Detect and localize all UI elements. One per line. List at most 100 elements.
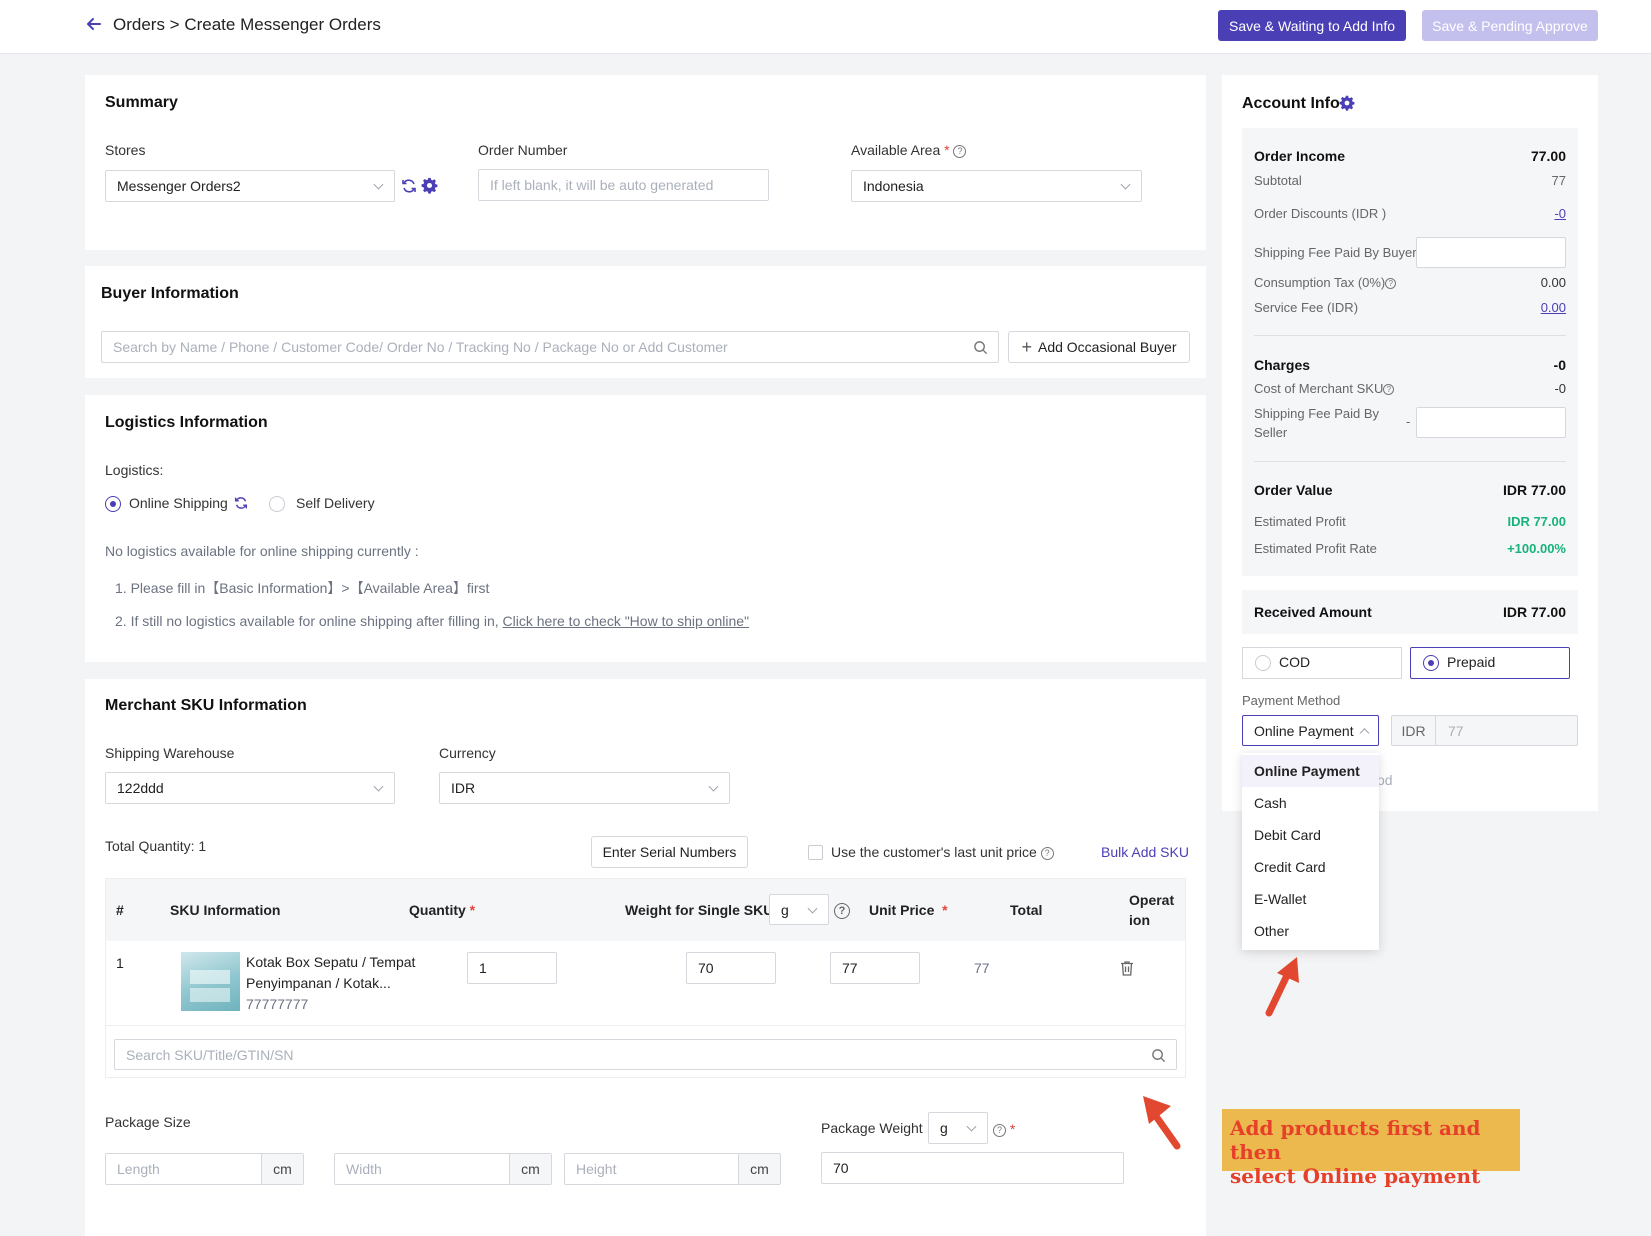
ship-seller-input[interactable] (1416, 407, 1566, 438)
height-unit: cm (738, 1154, 780, 1184)
width-input[interactable]: Width cm (334, 1153, 552, 1185)
col-operation: Operat ion (1129, 892, 1175, 928)
refresh-icon[interactable] (400, 177, 418, 195)
product-name-line2: Penyimpanan / Kotak... (246, 975, 391, 991)
unit-price-input[interactable]: 77 (830, 952, 920, 984)
option-credit-card[interactable]: Credit Card (1242, 851, 1379, 883)
currency-select[interactable]: IDR (439, 772, 730, 804)
stores-value: Messenger Orders2 (117, 178, 241, 194)
col-quantity: Quantity * (409, 902, 476, 918)
gear-icon[interactable] (421, 177, 438, 194)
help-icon: ? (1040, 846, 1054, 860)
currency-value: IDR (451, 780, 476, 796)
last-price-checkbox[interactable] (808, 845, 823, 860)
option-other[interactable]: Other (1242, 915, 1379, 947)
ship-buyer-input[interactable] (1416, 237, 1566, 268)
option-debit-card[interactable]: Debit Card (1242, 819, 1379, 851)
summary-title: Summary (105, 94, 178, 111)
online-shipping-label[interactable]: Online Shipping (129, 495, 228, 511)
search-icon[interactable] (1151, 1048, 1166, 1066)
service-fee-link[interactable]: 0.00 (1541, 300, 1566, 315)
prepaid-radio[interactable] (1423, 655, 1439, 671)
subtotal-row: Subtotal 77 (1254, 173, 1566, 188)
discounts-row: Order Discounts (IDR ) -0 (1254, 206, 1566, 221)
self-delivery-label[interactable]: Self Delivery (296, 495, 375, 511)
discounts-link[interactable]: -0 (1554, 206, 1566, 221)
weight-input[interactable]: 70 (686, 952, 776, 984)
package-weight-unit-select[interactable]: g (928, 1112, 988, 1144)
annotation-arrow-icon (1141, 1096, 1187, 1155)
length-unit: cm (261, 1154, 303, 1184)
warehouse-select[interactable]: 122ddd (105, 772, 395, 804)
order-number-input[interactable]: If left blank, it will be auto generated (478, 169, 769, 201)
logistics-step-1: 1. Please fill in【Basic Information】>【Av… (115, 580, 490, 596)
back-arrow-icon[interactable] (84, 14, 104, 34)
trash-icon[interactable] (1120, 960, 1134, 979)
quantity-input[interactable]: 1 (467, 952, 557, 984)
self-delivery-radio[interactable] (269, 496, 285, 512)
amount-currency: IDR (1392, 716, 1436, 745)
option-online-payment[interactable]: Online Payment (1242, 755, 1379, 787)
ship-seller-dash: - (1406, 414, 1411, 429)
cost-row: Cost of Merchant SKU? -0 (1254, 381, 1566, 396)
received-row: Received Amount IDR 77.00 (1254, 604, 1566, 620)
row-divider (106, 1025, 1185, 1026)
col-total: Total (1010, 902, 1043, 918)
height-input[interactable]: Height cm (564, 1153, 781, 1185)
width-unit: cm (509, 1154, 551, 1184)
available-area-select[interactable]: Indonesia (851, 170, 1142, 202)
prepaid-label: Prepaid (1447, 654, 1496, 670)
option-cash[interactable]: Cash (1242, 787, 1379, 819)
currency-label: Currency (439, 745, 496, 761)
weight-help-icon: ? (834, 903, 850, 919)
refresh-icon[interactable] (233, 495, 249, 511)
top-bar: Orders > Create Messenger Orders Save & … (0, 0, 1651, 54)
charges-row: Charges -0 (1254, 357, 1566, 373)
logistics-title: Logistics Information (105, 414, 268, 431)
warehouse-label: Shipping Warehouse (105, 745, 235, 761)
payment-method-select[interactable]: Online Payment (1242, 715, 1379, 746)
bulk-add-sku-link[interactable]: Bulk Add SKU (1101, 844, 1189, 860)
weight-unit-select[interactable]: g (769, 894, 829, 925)
payment-method-dropdown: Online Payment Cash Debit Card Credit Ca… (1242, 753, 1379, 950)
package-weight-input[interactable]: 70 (821, 1152, 1124, 1184)
search-icon[interactable] (973, 340, 988, 358)
chevron-down-icon (373, 781, 384, 792)
length-input[interactable]: Length cm (105, 1153, 304, 1185)
plus-icon: + (1021, 336, 1032, 357)
logistics-notice: No logistics available for online shippi… (105, 543, 419, 559)
gear-icon[interactable] (1339, 95, 1355, 111)
stores-select[interactable]: Messenger Orders2 (105, 170, 395, 202)
add-occasional-buyer-button[interactable]: + Add Occasional Buyer (1008, 331, 1190, 363)
product-thumbnail (181, 952, 240, 1011)
cod-radio[interactable] (1255, 655, 1271, 671)
package-weight-label: Package Weight (821, 1120, 923, 1136)
summary-card (85, 75, 1206, 250)
package-size-label: Package Size (105, 1114, 191, 1130)
row-num: 1 (116, 955, 124, 971)
save-pending-button[interactable]: Save & Pending Approve (1422, 10, 1598, 41)
cod-label: COD (1279, 654, 1311, 670)
how-to-ship-link[interactable]: Click here to check "How to ship online" (503, 613, 750, 629)
online-shipping-radio[interactable] (105, 496, 121, 512)
enter-serial-numbers-button[interactable]: Enter Serial Numbers (591, 836, 748, 868)
product-name-line1: Kotak Box Sepatu / Tempat (246, 954, 416, 970)
annotation-arrow-icon (1263, 955, 1305, 1020)
amount-field: IDR 77 (1391, 715, 1578, 746)
row-total: 77 (974, 960, 990, 976)
last-price-label: Use the customer's last unit price ? (831, 844, 1054, 860)
logistics-label: Logistics: (105, 462, 164, 478)
sku-title: Merchant SKU Information (105, 697, 307, 714)
estimated-profit-row: Estimated Profit IDR 77.00 (1254, 514, 1566, 529)
hidden-label-fragment: od (1377, 772, 1393, 788)
package-weight-help: ? * (993, 1121, 1015, 1137)
save-waiting-button[interactable]: Save & Waiting to Add Info (1218, 10, 1406, 41)
order-number-placeholder: If left blank, it will be auto generated (490, 177, 714, 193)
amount-value: 77 (1448, 722, 1464, 739)
sku-search-input[interactable]: Search SKU/Title/GTIN/SN (114, 1039, 1177, 1070)
help-icon: ? (953, 144, 967, 158)
account-panel (1242, 128, 1578, 576)
account-title: Account Info (1242, 95, 1340, 112)
buyer-search-input[interactable]: Search by Name / Phone / Customer Code/ … (101, 331, 999, 363)
option-e-wallet[interactable]: E-Wallet (1242, 883, 1379, 915)
